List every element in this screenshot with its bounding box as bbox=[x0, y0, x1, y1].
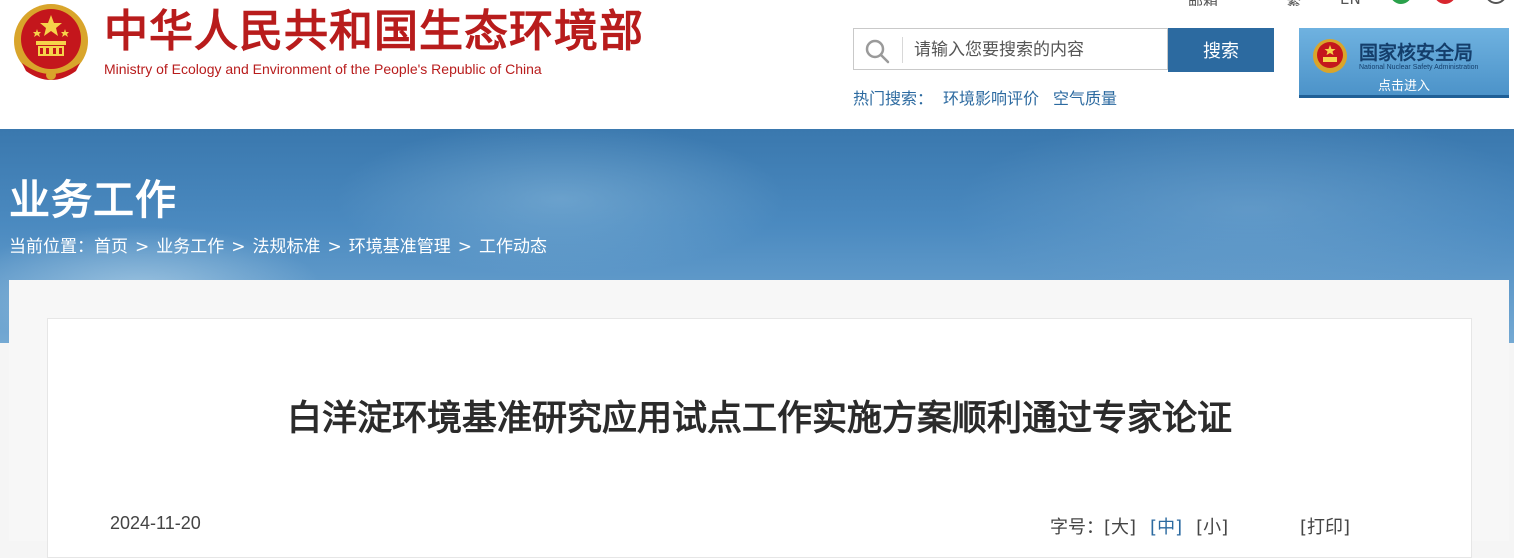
hot-search-label: 热门搜索： bbox=[853, 89, 934, 108]
top-link-mail[interactable]: 邮箱 bbox=[1188, 0, 1218, 6]
breadcrumb-business-work[interactable]: 业务工作 bbox=[156, 237, 224, 257]
national-emblem-icon bbox=[14, 4, 88, 80]
top-link-traditional[interactable]: 繁 bbox=[1286, 0, 1301, 6]
breadcrumb-env-criteria[interactable]: 环境基准管理 bbox=[349, 237, 451, 257]
site-title-en: Ministry of Ecology and Environment of t… bbox=[104, 61, 542, 77]
nnsa-subtitle: National Nuclear Safety Administration bbox=[1359, 64, 1479, 71]
wechat-icon[interactable] bbox=[1390, 0, 1412, 4]
national-emblem-icon bbox=[1313, 39, 1347, 73]
breadcrumb-separator: > bbox=[327, 237, 342, 257]
print-button[interactable]: [打印] bbox=[1300, 513, 1350, 539]
search-icon bbox=[865, 39, 890, 64]
breadcrumb-work-news[interactable]: 工作动态 bbox=[479, 237, 547, 257]
nnsa-banner-link[interactable]: 国家核安全局 National Nuclear Safety Administr… bbox=[1299, 28, 1509, 98]
breadcrumb-home[interactable]: 首页 bbox=[94, 237, 128, 257]
search-divider bbox=[902, 37, 903, 63]
breadcrumb-separator: > bbox=[135, 237, 150, 257]
hot-search: 热门搜索： 环境影响评价 空气质量 bbox=[853, 85, 1131, 109]
breadcrumb-regulations[interactable]: 法规标准 bbox=[253, 237, 321, 257]
search-input[interactable] bbox=[912, 33, 1161, 67]
search-button[interactable]: 搜索 bbox=[1168, 28, 1274, 72]
weibo-icon[interactable] bbox=[1434, 0, 1456, 4]
accessibility-icon[interactable] bbox=[1485, 0, 1507, 4]
font-size-small[interactable]: [小] bbox=[1196, 517, 1228, 538]
top-link-english[interactable]: EN bbox=[1340, 0, 1361, 6]
breadcrumb: 当前位置：首页 > 业务工作 > 法规标准 > 环境基准管理 > 工作动态 bbox=[9, 232, 547, 257]
nnsa-title: 国家核安全局 bbox=[1359, 42, 1474, 64]
section-title: 业务工作 bbox=[9, 176, 177, 224]
top-utility-links: 邮箱 繁 EN bbox=[1180, 0, 1514, 6]
hot-search-term-air-quality[interactable]: 空气质量 bbox=[1053, 89, 1117, 108]
font-size-medium[interactable]: [中] bbox=[1150, 517, 1182, 538]
font-size-label: 字号： bbox=[1050, 517, 1104, 538]
article-date: 2024-11-20 bbox=[110, 513, 201, 533]
search-box bbox=[853, 28, 1168, 70]
nnsa-enter-label: 点击进入 bbox=[1377, 79, 1430, 94]
hot-search-term-eia[interactable]: 环境影响评价 bbox=[943, 89, 1039, 108]
breadcrumb-separator: > bbox=[231, 237, 246, 257]
breadcrumb-separator: > bbox=[457, 237, 472, 257]
site-title-cn: 中华人民共和国生态环境部 bbox=[104, 6, 644, 57]
breadcrumb-prefix: 当前位置： bbox=[9, 237, 94, 257]
font-size-large[interactable]: [大] bbox=[1104, 517, 1136, 538]
font-size-tools: 字号：[大] [中] [小] bbox=[1050, 513, 1242, 539]
site-header: 中华人民共和国生态环境部 Ministry of Ecology and Env… bbox=[0, 0, 1514, 129]
article-title: 白洋淀环境基准研究应用试点工作实施方案顺利通过专家论证 bbox=[286, 399, 1232, 439]
